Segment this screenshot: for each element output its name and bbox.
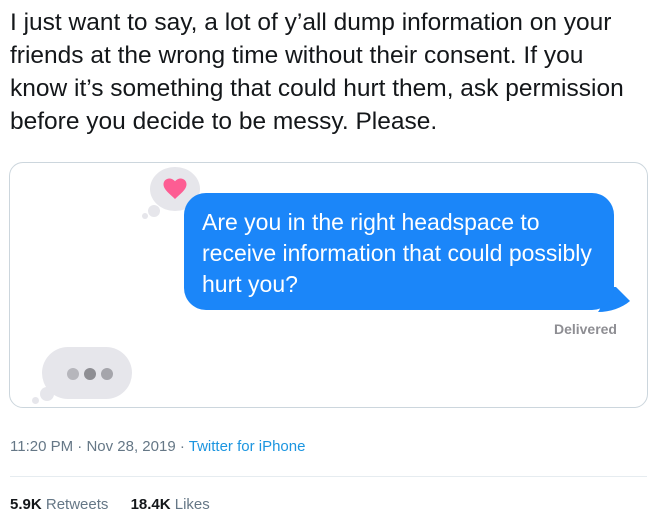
likes-count: 18.4K [130,496,171,513]
likes-label: Likes [170,496,210,513]
message-bubble: Are you in the right headspace to receiv… [184,193,614,310]
retweets-count: 5.9K [10,496,42,513]
tweet-source-link[interactable]: Twitter for iPhone [189,438,306,455]
meta-separator: · [73,438,87,455]
likes-stat[interactable]: 18.4K Likes [131,496,210,513]
tweet-stats: 5.9K Retweets 18.4K Likes [10,496,228,513]
retweets-label: Retweets [41,496,109,513]
delivered-status: Delivered [553,321,617,337]
tweet-text: I just want to say, a lot of y’all dump … [10,9,624,135]
meta-separator: · [175,438,189,455]
typing-indicator-icon [32,347,132,404]
retweets-stat[interactable]: 5.9K Retweets [10,496,108,513]
tweet-image[interactable]: Are you in the right headspace to receiv… [9,162,648,408]
divider [10,476,647,477]
tweet-time[interactable]: 11:20 PM [10,438,73,455]
tweet-date[interactable]: Nov 28, 2019 [86,438,175,455]
tweet-metadata: 11:20 PM · Nov 28, 2019 · Twitter for iP… [10,438,305,455]
heart-icon [163,178,187,199]
